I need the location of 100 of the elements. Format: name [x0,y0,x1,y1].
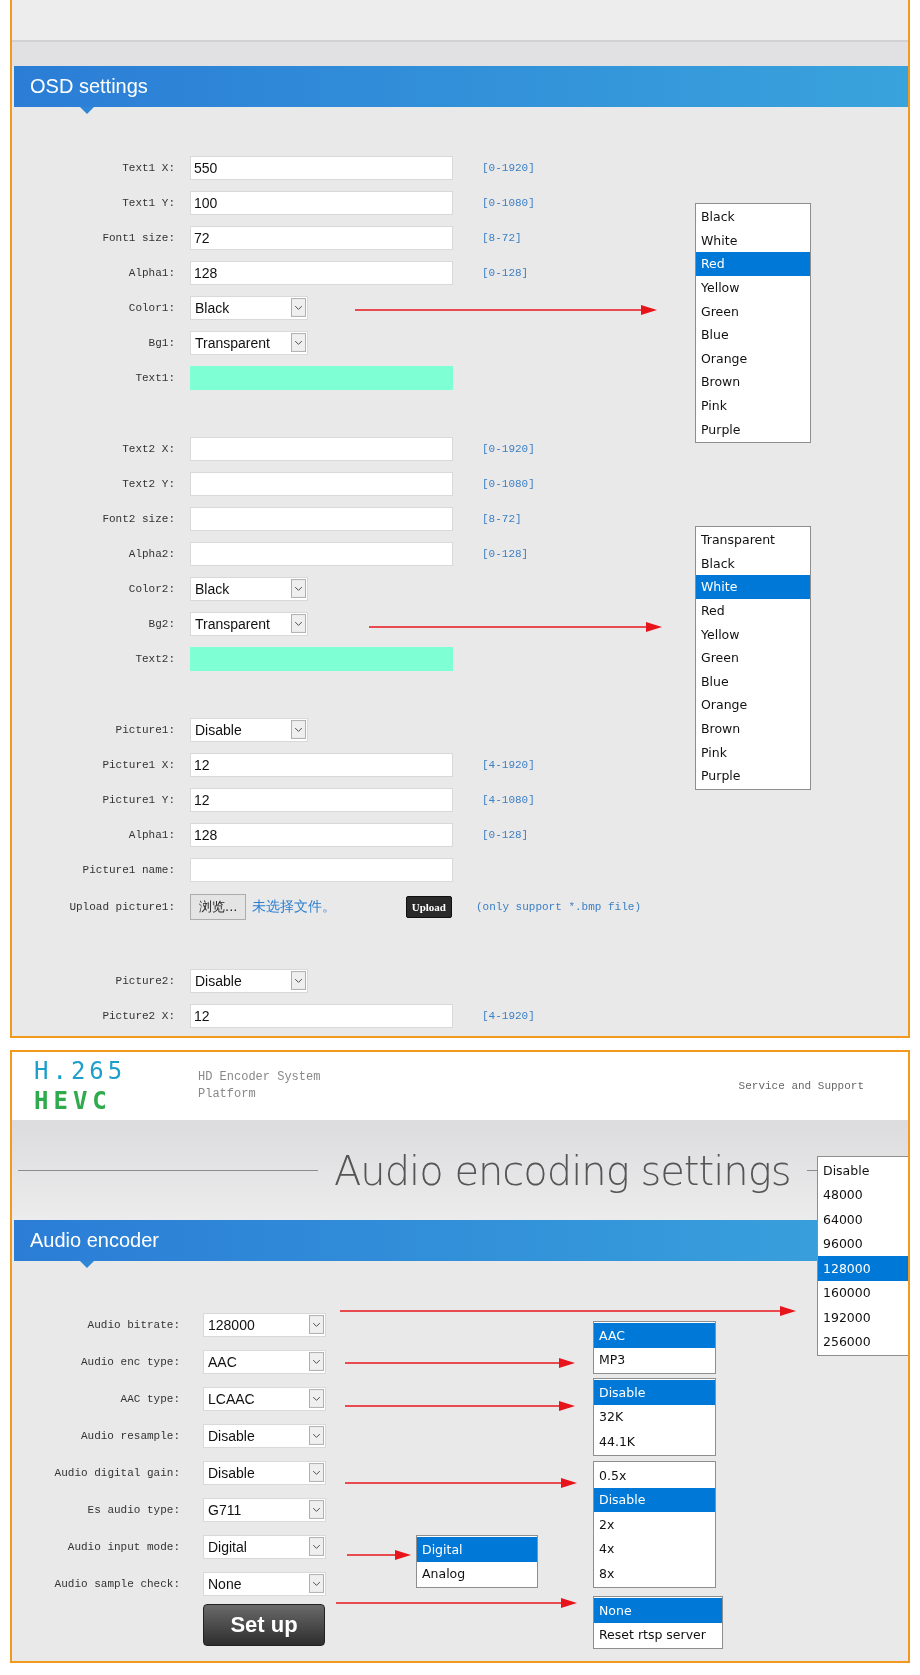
dropdown-option[interactable]: White [696,575,810,599]
dropdown[interactable]: None [203,1571,326,1596]
dropdown-option[interactable]: White [696,228,810,253]
dropdown-option[interactable]: 8x [594,1561,715,1586]
dropdown-option[interactable]: Green [696,645,810,670]
dropdown-option[interactable]: 0.5x [594,1463,715,1488]
field-label: Font1 size: [101,231,175,244]
dropdown[interactable]: Digital [203,1534,326,1559]
field-label: Color2: [127,582,175,595]
dropdown[interactable]: Transparent [190,330,308,355]
caret-icon [309,1389,324,1408]
annotation-arrow [346,1550,411,1560]
dropdown-option[interactable]: 64000 [818,1207,908,1232]
support-link[interactable]: Service and Support [738,1080,864,1092]
dropdown-option[interactable]: 32K [594,1404,715,1429]
field-label: Audio bitrate: [86,1318,180,1331]
dropdown[interactable]: Disable [190,968,308,993]
input-field[interactable] [190,471,453,496]
input-field[interactable]: 128 [190,260,453,285]
dropdown-option[interactable]: AAC [594,1323,715,1348]
field-label: Es audio type: [86,1503,180,1516]
caret-icon [309,1574,324,1593]
dropdown-option[interactable]: Brown [696,716,810,741]
dropdown-option[interactable]: Yellow [696,622,810,646]
dropdown[interactable]: 128000 [203,1312,326,1337]
field-label: Text1: [134,371,175,384]
dropdown-option[interactable]: Purple [696,417,810,441]
dropdown[interactable]: Disable [203,1460,326,1485]
dropdown-option[interactable]: Red [696,598,810,623]
dropdown-option[interactable]: None [594,1598,722,1623]
dropdown-option[interactable]: Analog [417,1561,537,1586]
color-input-field[interactable] [190,646,453,671]
logo-text: HEVC [34,1086,113,1116]
dropdown-option[interactable]: Transparent [696,528,810,552]
dropdown-option[interactable]: Disable [594,1380,715,1405]
range-hint: [4-1920] [482,1009,535,1022]
dropdown-option[interactable]: 256000 [818,1329,908,1354]
input-field[interactable] [190,541,453,566]
input-field[interactable]: 128 [190,822,453,847]
dropdown-option[interactable]: 44.1K [594,1429,715,1454]
range-hint: [0-1080] [482,196,535,209]
dropdown-option[interactable]: 4x [594,1536,715,1561]
input-field[interactable] [190,506,453,531]
dropdown[interactable]: LCAAC [203,1386,326,1411]
dropdown-option[interactable]: Brown [696,370,810,394]
browse-button[interactable]: 浏览... [190,894,247,920]
logo-text: H.265 [34,1056,128,1086]
input-field[interactable]: 12 [190,787,453,812]
dropdown-option[interactable]: Pink [696,393,810,418]
dropdown-option[interactable]: Purple [696,763,810,788]
input-field[interactable]: 72 [190,225,453,250]
dropdown-option[interactable]: MP3 [594,1347,715,1372]
dropdown[interactable]: Black [190,576,308,601]
dropdown-option[interactable]: Blue [696,322,810,347]
dropdown-option[interactable]: Reset rtsp server [594,1622,722,1647]
field-label: Bg1: [147,336,175,349]
section-title: Audio encoder [30,1229,159,1252]
dropdown-option[interactable]: Orange [696,346,810,371]
field-label: Color1: [127,301,175,314]
file-status: 未选择文件。 [252,898,337,916]
input-field[interactable]: 12 [190,1003,453,1028]
input-field[interactable] [190,436,453,461]
dropdown[interactable]: G711 [203,1497,326,1522]
range-hint: [0-1080] [482,477,535,490]
dropdown[interactable]: Transparent [190,611,308,636]
caret-icon [309,1426,324,1445]
range-hint: [0-128] [482,828,529,841]
range-hint: [0-1920] [482,442,535,455]
dropdown-option[interactable]: 192000 [818,1305,908,1330]
setup-button[interactable]: Set up [203,1604,325,1646]
dropdown-option[interactable]: Black [696,551,810,576]
dropdown-option[interactable]: Black [696,205,810,229]
dropdown-option[interactable]: Disable [594,1487,715,1512]
dropdown[interactable]: Black [190,295,308,320]
field-label: Picture1 X: [101,758,175,771]
dropdown-option[interactable]: Pink [696,740,810,764]
caret-icon [291,298,306,317]
input-field[interactable]: 100 [190,190,453,215]
dropdown-option[interactable]: Digital [417,1537,537,1562]
dropdown[interactable]: Disable [190,717,308,742]
dropdown-option[interactable]: Disable [818,1158,908,1183]
dropdown[interactable]: AAC [203,1349,326,1374]
dropdown-option[interactable]: 96000 [818,1231,908,1256]
field-label: Font2 size: [101,512,175,525]
input-field[interactable]: 12 [190,752,453,777]
color-input-field[interactable] [190,365,453,390]
dropdown-option[interactable]: Orange [696,693,810,717]
dropdown-option[interactable]: Green [696,299,810,323]
dropdown-option[interactable]: 2x [594,1512,715,1537]
dropdown-option[interactable]: 160000 [818,1280,908,1305]
range-hint: [4-1080] [482,793,535,806]
dropdown-option[interactable]: Yellow [696,275,810,300]
upload-button[interactable]: Upload [405,896,452,918]
input-field[interactable] [190,857,453,882]
dropdown-option[interactable]: Blue [696,669,810,694]
dropdown-option[interactable]: 48000 [818,1182,908,1207]
dropdown[interactable]: Disable [203,1423,326,1448]
dropdown-option[interactable]: 128000 [818,1256,908,1281]
input-field[interactable]: 550 [190,155,453,180]
dropdown-option[interactable]: Red [696,252,810,276]
